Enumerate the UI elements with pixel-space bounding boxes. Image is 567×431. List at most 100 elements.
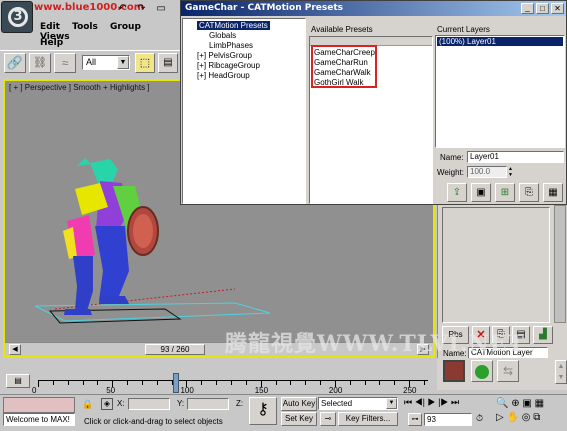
dialog-title: GameChar - CATMotion Presets: [185, 3, 343, 13]
field-of-view-icon[interactable]: ▷: [496, 412, 504, 423]
link-icon[interactable]: 🔗: [4, 53, 26, 73]
select-by-name-icon[interactable]: ▤: [158, 53, 178, 73]
tree-expander-icon[interactable]: [+]: [197, 71, 208, 80]
time-config-icon[interactable]: ⏱: [476, 413, 483, 424]
layer-graph-icon[interactable]: ▟: [533, 326, 553, 344]
zoom-extents-icon[interactable]: ▣: [522, 398, 531, 409]
tree-item[interactable]: CATMotion Presets: [197, 21, 270, 30]
ruler-tick: [216, 381, 218, 385]
selection-filter-dropdown[interactable]: All ▼: [82, 55, 130, 70]
lock-selection-icon[interactable]: 🔒: [82, 399, 93, 410]
tree-item[interactable]: [+] HeadGroup: [197, 71, 250, 80]
maxscript-output[interactable]: Welcome to MAX!: [3, 413, 75, 426]
ruler-tick: [201, 381, 203, 385]
menu-tools[interactable]: Tools: [72, 22, 98, 32]
redo-icon[interactable]: ↷: [137, 3, 145, 14]
set-key-mode-icon[interactable]: ⚷: [249, 397, 277, 425]
tree-expander-icon[interactable]: [+]: [197, 61, 208, 70]
tree-item[interactable]: [+] RibcageGroup: [197, 61, 260, 70]
copy-layer-icon[interactable]: ⎘: [519, 183, 539, 202]
timeline-ruler[interactable]: 0 50 100 150 200 250: [32, 373, 428, 395]
cat-icon[interactable]: [471, 360, 493, 382]
dialog-title-bar[interactable]: GameChar - CATMotion Presets _ □ ✕: [181, 1, 566, 16]
tree-item[interactable]: Globals: [209, 31, 236, 40]
layers-list[interactable]: (100%) Layer01: [435, 35, 565, 148]
zoom-icon[interactable]: 🔍: [496, 398, 508, 409]
trackbar-toggle-icon[interactable]: ▤: [6, 374, 30, 388]
maxscript-listener[interactable]: [3, 397, 75, 413]
chevron-down-icon[interactable]: ▼: [386, 398, 397, 409]
layer-settings-icon[interactable]: ▦: [543, 183, 563, 202]
command-panel-lower: ⇆ ▲ ▼: [437, 358, 567, 390]
menu-group[interactable]: Group: [110, 22, 141, 32]
trackbar[interactable]: ▤ 0 50 100 150 200 250: [0, 372, 437, 395]
undo-icon[interactable]: ↶: [118, 3, 126, 14]
add-layer-icon[interactable]: ⊞: [495, 183, 515, 202]
ruler-tick: [424, 381, 425, 385]
layer-item[interactable]: (100%) Layer01: [437, 37, 563, 46]
key-filters-button[interactable]: Key Filters...: [338, 412, 398, 426]
next-key-icon[interactable]: |▶: [438, 397, 448, 407]
tree-item-label: CATMotion Presets: [197, 21, 270, 30]
app-logo[interactable]: 3: [1, 1, 33, 33]
playback-controls: ⏮ ◀| ▶ |▶ ⏭: [404, 397, 494, 411]
unlink-icon[interactable]: ⛓: [29, 53, 51, 73]
up-down-icon[interactable]: ▲ ▼: [555, 360, 567, 384]
orbit-icon[interactable]: ◎: [522, 412, 531, 423]
ruler-tick: [320, 381, 322, 385]
cat-green-icon: [475, 364, 489, 379]
tree-item[interactable]: LimbPhases: [209, 41, 253, 50]
loop-icon[interactable]: ⇆: [497, 360, 519, 382]
goto-start-icon[interactable]: ⏮: [404, 397, 412, 407]
prev-key-icon[interactable]: ◀|: [415, 397, 425, 407]
select-object-icon[interactable]: ⬚: [135, 53, 155, 73]
tree-expander-icon[interactable]: [+]: [197, 51, 208, 60]
current-frame-field[interactable]: 93: [424, 413, 472, 426]
key-filter-icon[interactable]: ⊸: [320, 412, 336, 426]
presets-header: Available Presets: [311, 25, 373, 34]
goto-end-icon[interactable]: ⏭: [451, 397, 459, 407]
menu-edit[interactable]: Edit: [40, 22, 60, 32]
zoom-extents-all-icon[interactable]: ▦: [535, 398, 544, 409]
command-panel-list[interactable]: [442, 207, 550, 323]
time-slider-thumb[interactable]: 93 / 260: [145, 344, 205, 355]
maximize-button[interactable]: □: [536, 3, 549, 14]
x-coord-field[interactable]: [128, 398, 170, 410]
key-mode-icon[interactable]: ⊶: [408, 413, 422, 426]
load-preset-icon[interactable]: ⇪: [447, 183, 467, 202]
pan-icon[interactable]: ✋: [506, 412, 518, 423]
ruler-tick: [305, 381, 307, 385]
open-icon[interactable]: ▭: [156, 3, 165, 14]
tree-item[interactable]: [+] PelvisGroup: [197, 51, 252, 60]
save-preset-icon[interactable]: ▣: [471, 183, 491, 202]
close-button[interactable]: ✕: [551, 3, 564, 14]
y-coord-field[interactable]: [187, 398, 229, 410]
command-panel-scrollbar[interactable]: [554, 205, 566, 323]
auto-key-button[interactable]: Auto Key: [281, 397, 317, 411]
menu-help[interactable]: Help: [40, 38, 63, 48]
quick-access-toolbar: ↶ ↷ ▭: [118, 3, 178, 15]
layer-color-swatch[interactable]: [443, 360, 465, 382]
current-frame-marker[interactable]: [173, 373, 180, 393]
bind-spacewarp-icon[interactable]: ≈: [54, 53, 76, 73]
tree-item-label: RibcageGroup: [208, 61, 260, 70]
chevron-down-icon[interactable]: ▼: [117, 56, 129, 69]
ruler-tick: [97, 381, 99, 385]
layer-name-field[interactable]: Layer01: [467, 151, 564, 163]
minimize-button[interactable]: _: [521, 3, 534, 14]
weight-field[interactable]: 100.0: [467, 166, 507, 178]
absolute-mode-icon[interactable]: ◈: [101, 398, 113, 410]
presets-list[interactable]: GameCharCreep GameCharRun GameCharWalk Goth…: [309, 36, 433, 204]
ruler-tick: [52, 381, 54, 385]
viewport-navigation: 🔍 ⊕ ▣ ▦ ▷ ✋ ◎ ⧉: [496, 397, 566, 427]
weight-spinner[interactable]: ▲ ▼: [508, 166, 516, 178]
zoom-all-icon[interactable]: ⊕: [511, 398, 519, 409]
maximize-viewport-icon[interactable]: ⧉: [533, 412, 540, 423]
catmotion-tree[interactable]: CATMotion Presets Globals LimbPhases [+] Pe…: [182, 18, 306, 204]
prev-frame-button[interactable]: ◀: [9, 344, 21, 355]
play-icon[interactable]: ▶: [428, 397, 436, 407]
set-key-button[interactable]: Set Key: [281, 412, 317, 426]
selection-set-dropdown[interactable]: Selected ▼: [318, 397, 398, 410]
layers-header: Current Layers: [437, 25, 490, 34]
game-character: [63, 158, 159, 315]
